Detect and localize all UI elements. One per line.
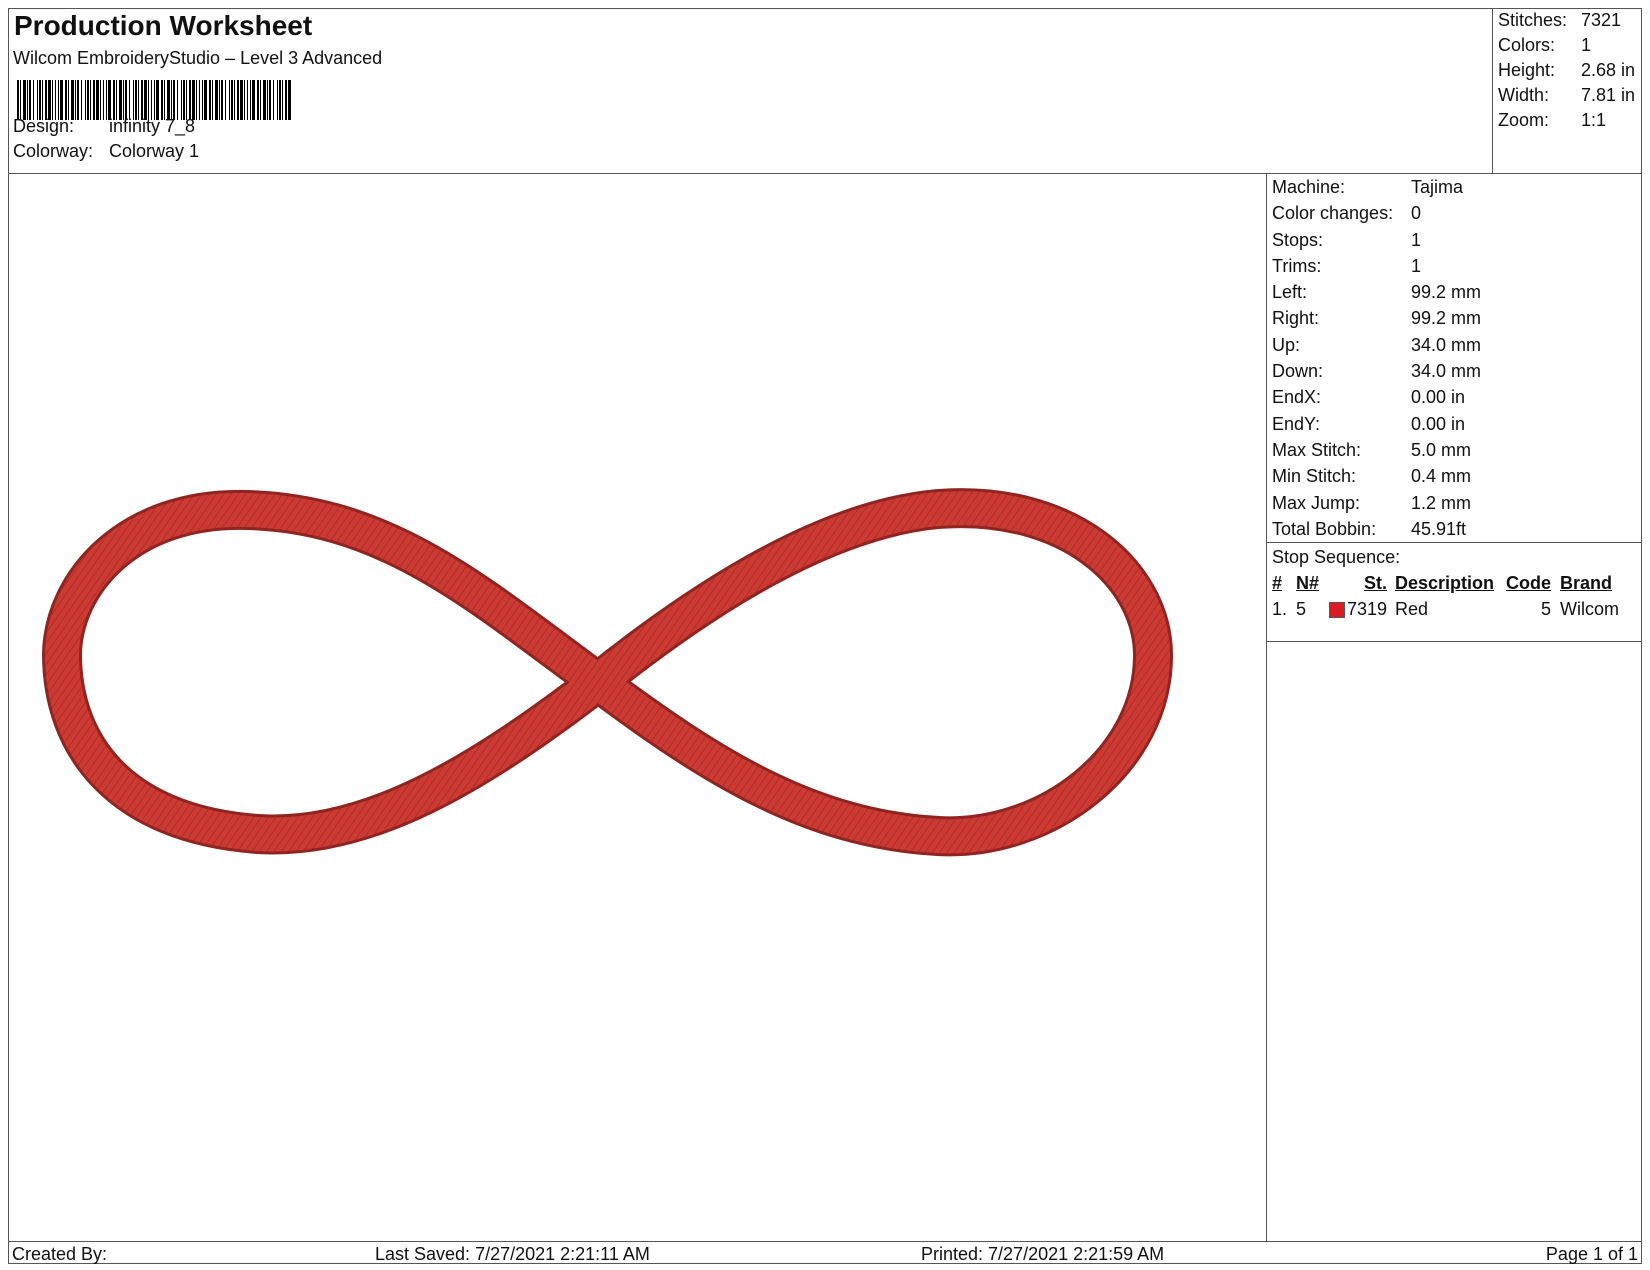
stitches-label: Stitches: xyxy=(1498,10,1568,30)
colorway-row: Colorway: Colorway 1 xyxy=(13,141,199,162)
worksheet-footer: Created By: Last Saved: 7/27/2021 2:21:1… xyxy=(8,1241,1642,1264)
info-row: Machine: Tajima xyxy=(1267,174,1642,200)
stop-sequence: Stop Sequence: # N# St. Description Code… xyxy=(1267,542,1642,642)
info-value: 0.00 in xyxy=(1411,413,1466,434)
barcode-image xyxy=(17,80,311,120)
colors-row: Colors: 1 xyxy=(1498,35,1591,56)
info-value: 0.4 mm xyxy=(1411,466,1472,487)
row-description: Red xyxy=(1395,599,1429,619)
side-panel: Machine: Tajima Color changes: 0 Stops: 1 Trim… xyxy=(1266,174,1642,1241)
info-row: Trims: 1 xyxy=(1267,253,1642,279)
info-label: Stops: xyxy=(1272,229,1324,250)
height-row: Height: 2.68 in xyxy=(1498,60,1635,81)
created-by: Created By: xyxy=(12,1244,108,1264)
info-row: Max Jump: 1.2 mm xyxy=(1267,490,1642,516)
info-label: Machine: xyxy=(1272,177,1346,197)
info-label: Up: xyxy=(1272,334,1301,355)
width-label: Width: xyxy=(1498,85,1550,105)
colorway-label: Colorway: xyxy=(13,141,94,161)
design-label: Design: xyxy=(13,116,75,136)
info-value: 1 xyxy=(1411,229,1422,250)
info-label: Max Jump: xyxy=(1272,492,1361,513)
design-value: infinity 7_8 xyxy=(109,116,196,136)
stop-sequence-heading: Stop Sequence: xyxy=(1272,547,1401,567)
info-label: Down: xyxy=(1272,361,1324,382)
column-brand: Brand xyxy=(1560,573,1613,593)
page-number: Page 1 of 1 xyxy=(1545,1244,1638,1264)
row-brand: Wilcom xyxy=(1560,599,1619,619)
colorway-value: Colorway 1 xyxy=(109,141,200,161)
row-n: 5 xyxy=(1296,599,1307,619)
design-preview xyxy=(8,174,1266,1241)
info-row: Right: 99.2 mm xyxy=(1267,305,1642,331)
colors-label: Colors: xyxy=(1498,35,1556,55)
info-value: 5.0 mm xyxy=(1411,439,1472,460)
last-saved: Last Saved: 7/27/2021 2:21:11 AM xyxy=(375,1244,650,1264)
info-value: 1.2 mm xyxy=(1411,492,1472,513)
info-label: Max Stitch: xyxy=(1272,439,1362,460)
width-value: 7.81 in xyxy=(1581,85,1636,105)
info-label: Trims: xyxy=(1272,255,1322,276)
stitches-row: Stitches: 7321 xyxy=(1498,10,1621,31)
infinity-design-image xyxy=(42,488,1174,857)
info-value: 34.0 mm xyxy=(1411,334,1482,355)
info-row: Total Bobbin: 45.91ft xyxy=(1267,516,1642,542)
stitches-value: 7321 xyxy=(1581,10,1622,30)
info-label: Color changes: xyxy=(1272,203,1394,224)
info-label: Total Bobbin: xyxy=(1272,518,1377,539)
column-number: # xyxy=(1272,573,1283,593)
info-value: 0 xyxy=(1411,203,1422,224)
info-value: 0.00 in xyxy=(1411,387,1466,408)
info-value: 1 xyxy=(1411,255,1422,276)
info-row: Min Stitch: 0.4 mm xyxy=(1267,463,1642,489)
zoom-value: 1:1 xyxy=(1581,110,1607,130)
info-row: EndY: 0.00 in xyxy=(1267,411,1642,437)
colors-value: 1 xyxy=(1581,35,1592,55)
column-st: St. xyxy=(1364,573,1388,593)
info-row: Down: 34.0 mm xyxy=(1267,358,1642,384)
width-row: Width: 7.81 in xyxy=(1498,85,1635,106)
zoom-label: Zoom: xyxy=(1498,110,1550,130)
height-value: 2.68 in xyxy=(1581,60,1636,80)
height-label: Height: xyxy=(1498,60,1556,80)
info-label: Min Stitch: xyxy=(1272,466,1357,487)
table-row: 1. 5 7319 Red 5 Wilcom xyxy=(1267,599,1642,625)
info-label: EndY: xyxy=(1272,413,1321,434)
printed-date: Printed: 7/27/2021 2:21:59 AM xyxy=(921,1244,1165,1264)
info-value: 99.2 mm xyxy=(1411,282,1482,303)
summary-stats: Stitches: 7321 Colors: 1 Height: 2.68 in Wi… xyxy=(1492,8,1642,174)
row-number: 1. xyxy=(1272,599,1288,619)
page-title: Production Worksheet xyxy=(14,10,313,41)
info-label: Right: xyxy=(1272,308,1320,329)
machine-info-list: Machine: Tajima Color changes: 0 Stops: 1 Trim… xyxy=(1267,174,1642,542)
info-label: EndX: xyxy=(1272,387,1322,408)
info-row: EndX: 0.00 in xyxy=(1267,384,1642,410)
info-value: 99.2 mm xyxy=(1411,308,1482,329)
info-value: 34.0 mm xyxy=(1411,361,1482,382)
column-code: Code xyxy=(1506,573,1551,593)
info-row: Max Stitch: 5.0 mm xyxy=(1267,437,1642,463)
thread-color-swatch xyxy=(1329,602,1345,618)
column-n: N# xyxy=(1296,573,1320,593)
zoom-row: Zoom: 1:1 xyxy=(1498,110,1606,131)
info-row: Left: 99.2 mm xyxy=(1267,279,1642,305)
column-description: Description xyxy=(1395,573,1495,593)
software-name: Wilcom EmbroideryStudio – Level 3 Advanc… xyxy=(13,48,383,68)
info-value: Tajima xyxy=(1411,177,1464,197)
info-value: 45.91ft xyxy=(1411,518,1467,539)
row-code: 5 xyxy=(1541,599,1552,619)
info-row: Stops: 1 xyxy=(1267,227,1642,253)
info-row: Up: 34.0 mm xyxy=(1267,332,1642,358)
info-label: Left: xyxy=(1272,282,1308,303)
stop-sequence-columns: # N# St. Description Code Brand xyxy=(1267,573,1642,599)
row-st: 7319 xyxy=(1347,599,1388,619)
worksheet-header: Production Worksheet Wilcom EmbroiderySt… xyxy=(8,8,1642,174)
info-row: Color changes: 0 xyxy=(1267,200,1642,226)
design-row: Design: infinity 7_8 xyxy=(13,116,195,137)
